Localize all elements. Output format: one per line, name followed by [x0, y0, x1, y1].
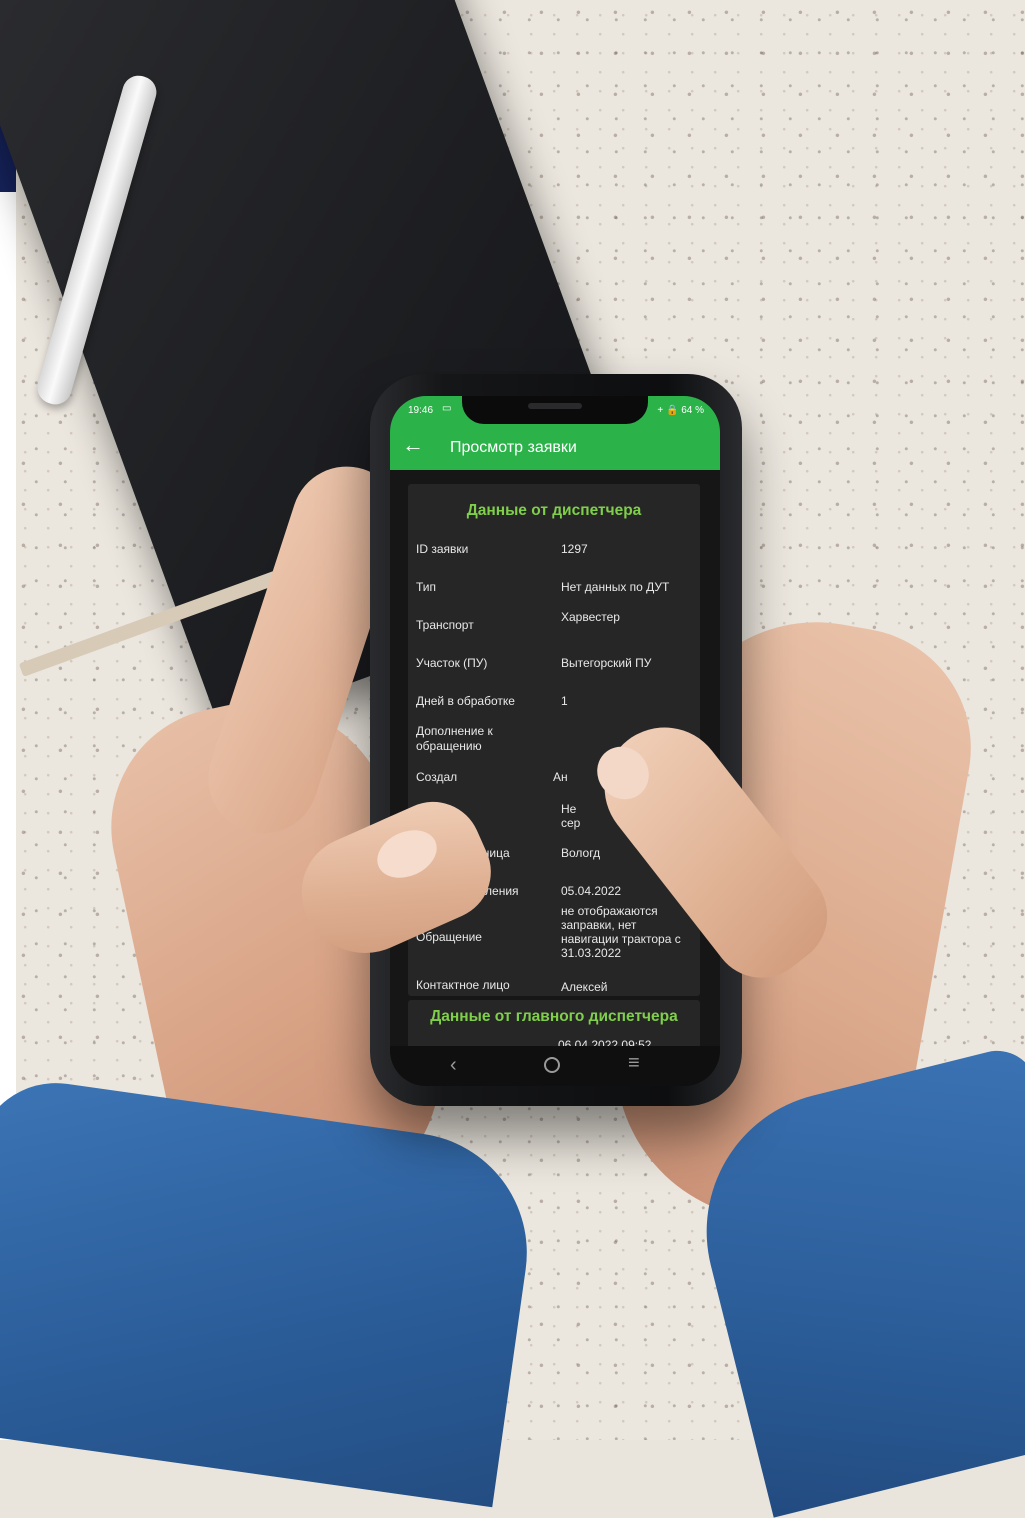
row-value: Вытегорский ПУ: [561, 656, 652, 670]
notch: [462, 396, 648, 424]
row-label: Участок (ПУ): [416, 656, 488, 670]
card-title: Данные от главного диспетчера: [430, 1008, 678, 1025]
row-value: Нет данных по ДУТ: [561, 580, 670, 594]
row-label: Транспорт: [416, 618, 474, 632]
nav-home-icon[interactable]: [544, 1057, 560, 1073]
row-value: не отображаются заправки, нет навигации …: [561, 904, 681, 960]
row-label: Дней в обработке: [416, 694, 515, 708]
row-label: Дополнение к обращению: [416, 724, 493, 753]
row-value: 1297: [561, 542, 588, 556]
row-label: Создал: [416, 770, 458, 784]
screen-cast-icon: ▭: [442, 403, 452, 414]
row-value: Не сер: [561, 802, 581, 830]
row-label: Обращение: [416, 930, 482, 944]
status-indicators: + 🔒 64 %: [657, 405, 704, 416]
nav-recent-apps-icon[interactable]: ≡: [628, 1052, 640, 1075]
system-nav-bar: ‹ ≡: [390, 1046, 720, 1086]
card-title: Данные от диспетчера: [466, 502, 642, 519]
status-time: 19:46: [408, 405, 434, 416]
speaker-grille: [528, 403, 582, 409]
row-value: 1: [561, 694, 568, 708]
arrow-back-icon[interactable]: ←: [402, 432, 424, 458]
app-bar: ← Просмотр заявки: [390, 424, 720, 470]
row-label: ID заявки: [416, 542, 469, 556]
nav-back-icon[interactable]: ‹: [450, 1054, 457, 1077]
row-value: Харвестер: [561, 610, 620, 624]
row-value: Алексей: [561, 980, 608, 994]
row-label: Тип: [416, 580, 437, 594]
row-label: Контактное лицо: [416, 978, 510, 992]
page-title: Просмотр заявки: [450, 439, 577, 456]
